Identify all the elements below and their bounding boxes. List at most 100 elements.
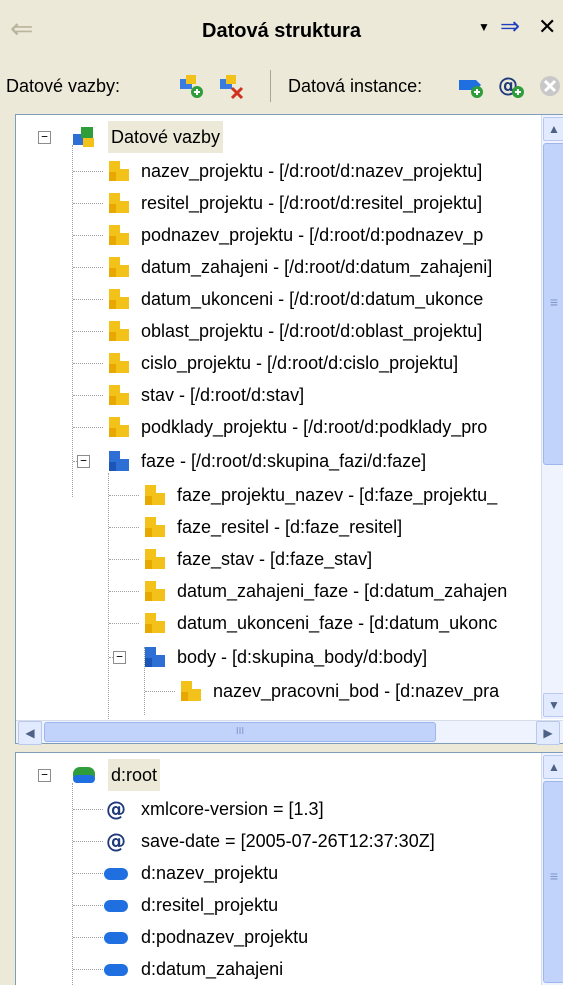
tree-item-label: oblast_projektu - [/d:root/d:oblast_proj… [141, 321, 483, 341]
tree-item[interactable]: faze_projektu_nazev - [d:faze_projektu_ [16, 479, 536, 511]
tree-item[interactable]: resitel_projektu - [/d:root/d:resitel_pr… [16, 187, 536, 219]
delete-icon [540, 76, 560, 96]
add-attribute-icon: @ [498, 73, 524, 98]
instance-root-label: d:root [108, 759, 161, 791]
element-icon [104, 900, 128, 912]
tree-item-label: stav - [/d:root/d:stav] [141, 385, 305, 405]
tree-node-faze[interactable]: − faze - [/d:root/d:skupina_fazi/d:faze] [16, 445, 536, 477]
collapse-toggle[interactable]: − [77, 455, 90, 468]
tree-node-root[interactable]: − Datové vazby [16, 121, 536, 153]
scroll-left-button[interactable]: ◀ [18, 721, 42, 745]
tree-item[interactable]: datum_ukonceni - [/d:root/d:datum_ukonce [16, 283, 536, 315]
tree-item-label: cislo_projektu - [/d:root/d:cislo_projek… [141, 353, 459, 373]
element-item[interactable]: d:resitel_projektu [16, 889, 536, 921]
dropdown-icon[interactable]: ▼ [478, 20, 490, 34]
attribute-icon: @ [106, 829, 126, 853]
pin-arrow-icon[interactable]: ⇒ [500, 14, 520, 40]
attribute-item[interactable]: @ save-date = [2005-07-26T12:37:30Z] [16, 825, 536, 857]
tree-item-label: podnazev_projektu - [/d:root/d:podnazev_… [141, 225, 484, 245]
repeating-group-icon [109, 451, 129, 471]
tree-item[interactable]: oblast_projektu - [/d:root/d:oblast_proj… [16, 315, 536, 347]
tree-node-body[interactable]: − body - [d:skupina_body/d:body] [16, 641, 536, 673]
close-icon[interactable]: ✕ [538, 14, 556, 40]
attribute-item[interactable]: @ xmlcore-version = [1.3] [16, 793, 536, 825]
tree-node-root[interactable]: − d:root [16, 759, 536, 791]
remove-binding-button[interactable] [216, 72, 246, 100]
tree-item[interactable]: stav - [/d:root/d:stav] [16, 379, 536, 411]
bindings-horizontal-scrollbar[interactable]: ◀ III ▶ [16, 720, 563, 745]
tree-item-label: podklady_projektu - [/d:root/d:podklady_… [141, 417, 488, 437]
binding-icon [109, 321, 129, 341]
tree-item-label: nazev_projektu - [/d:root/d:nazev_projek… [141, 161, 483, 181]
tree-item-label: d:nazev_projektu [141, 863, 279, 883]
tree-item-label: faze - [/d:root/d:skupina_fazi/d:faze] [141, 451, 427, 471]
scroll-up-button[interactable]: ▲ [543, 117, 563, 141]
tree-item-label: datum_ukonceni_faze - [d:datum_ukonc [177, 613, 498, 633]
tree-item[interactable]: podklady_projektu - [/d:root/d:podklady_… [16, 411, 536, 443]
remove-binding-icon [220, 75, 244, 100]
binding-icon [109, 289, 129, 309]
tree-item-label: d:podnazev_projektu [141, 927, 309, 947]
instance-vertical-scrollbar[interactable]: ▲ ≡ [541, 753, 563, 985]
binding-icon [109, 193, 129, 213]
binding-icon [145, 517, 165, 537]
tree-item[interactable]: datum_ukonceni_faze - [d:datum_ukonc [16, 607, 536, 639]
tree-item-label: d:datum_zahajeni [141, 959, 284, 979]
binding-icon [109, 385, 129, 405]
tree-item[interactable]: cislo_projektu - [/d:root/d:cislo_projek… [16, 347, 536, 379]
collapse-toggle[interactable]: − [38, 131, 51, 144]
toolbar-separator [270, 70, 271, 102]
tree-root-label: Datové vazby [108, 121, 224, 153]
tree-item-label: datum_ukonceni - [/d:root/d:datum_ukonce [141, 289, 484, 309]
grip-icon: ≡ [549, 294, 559, 310]
tree-item[interactable]: faze_resitel - [d:faze_resitel] [16, 511, 536, 543]
element-item[interactable]: d:podnazev_projektu [16, 921, 536, 953]
tree-item-label: d:resitel_projektu [141, 895, 279, 915]
binding-icon [109, 353, 129, 373]
add-binding-button[interactable] [176, 72, 206, 100]
element-item[interactable]: d:datum_zahajeni [16, 953, 536, 985]
tree-item[interactable]: faze_stav - [d:faze_stav] [16, 543, 536, 575]
scroll-thumb[interactable]: ≡ [543, 143, 563, 465]
instance-tree: − d:root @ xmlcore-version = [1.3] @ sav… [16, 753, 540, 985]
add-attribute-button[interactable]: @ [496, 72, 526, 100]
tree-item[interactable]: nazev_projektu - [/d:root/d:nazev_projek… [16, 155, 536, 187]
binding-icon [145, 581, 165, 601]
element-icon [104, 868, 128, 880]
tree-item[interactable]: datum_zahajeni_faze - [d:datum_zahajen [16, 575, 536, 607]
delete-instance-button[interactable] [536, 72, 563, 100]
scroll-up-button[interactable]: ▲ [543, 755, 563, 779]
instance-root-icon [73, 767, 95, 783]
add-instance-icon [459, 80, 483, 98]
instance-panel: − d:root @ xmlcore-version = [1.3] @ sav… [15, 752, 563, 985]
tree-item[interactable]: podnazev_projektu - [/d:root/d:podnazev_… [16, 219, 536, 251]
scroll-right-button[interactable]: ▶ [536, 721, 560, 745]
collapse-toggle[interactable]: − [38, 769, 51, 782]
element-item[interactable]: d:nazev_projektu [16, 857, 536, 889]
scroll-thumb[interactable]: ≡ [543, 781, 563, 983]
collapse-toggle[interactable]: − [113, 651, 126, 664]
add-instance-button[interactable] [456, 72, 486, 100]
tree-item-label: faze_stav - [d:faze_stav] [177, 549, 373, 569]
bindings-vertical-scrollbar[interactable]: ▲ ≡ ▼ [541, 115, 563, 719]
bindings-tree: − Datové vazby nazev_projektu - [/d:root… [16, 115, 540, 743]
instance-label: Datová instance: [288, 76, 423, 96]
horizontal-scroll-thumb[interactable]: III [44, 722, 436, 742]
tree-item[interactable]: nazev_pracovni_bod - [d:nazev_pra [16, 675, 536, 707]
binding-icon [109, 225, 129, 245]
tree-item-label: nazev_pracovni_bod - [d:nazev_pra [213, 681, 500, 701]
grip-icon: ≡ [549, 868, 559, 884]
binding-icon [181, 681, 201, 701]
element-icon [104, 932, 128, 944]
tree-item-label: resitel_projektu - [/d:root/d:resitel_pr… [141, 193, 483, 213]
scroll-down-button[interactable]: ▼ [543, 693, 563, 717]
tree-item[interactable]: datum_zahajeni - [/d:root/d:datum_zahaje… [16, 251, 536, 283]
bindings-label: Datové vazby: [6, 76, 121, 96]
tree-item-label: datum_zahajeni_faze - [d:datum_zahajen [177, 581, 508, 601]
tree-item-label: xmlcore-version = [1.3] [141, 799, 324, 819]
tree-item-label: datum_zahajeni - [/d:root/d:datum_zahaje… [141, 257, 493, 277]
repeating-group-icon [145, 647, 165, 667]
bindings-panel: − Datové vazby nazev_projektu - [/d:root… [15, 114, 563, 745]
tree-item-label: faze_projektu_nazev - [d:faze_projektu_ [177, 485, 498, 505]
tree-item-label: body - [d:skupina_body/d:body] [177, 647, 428, 667]
